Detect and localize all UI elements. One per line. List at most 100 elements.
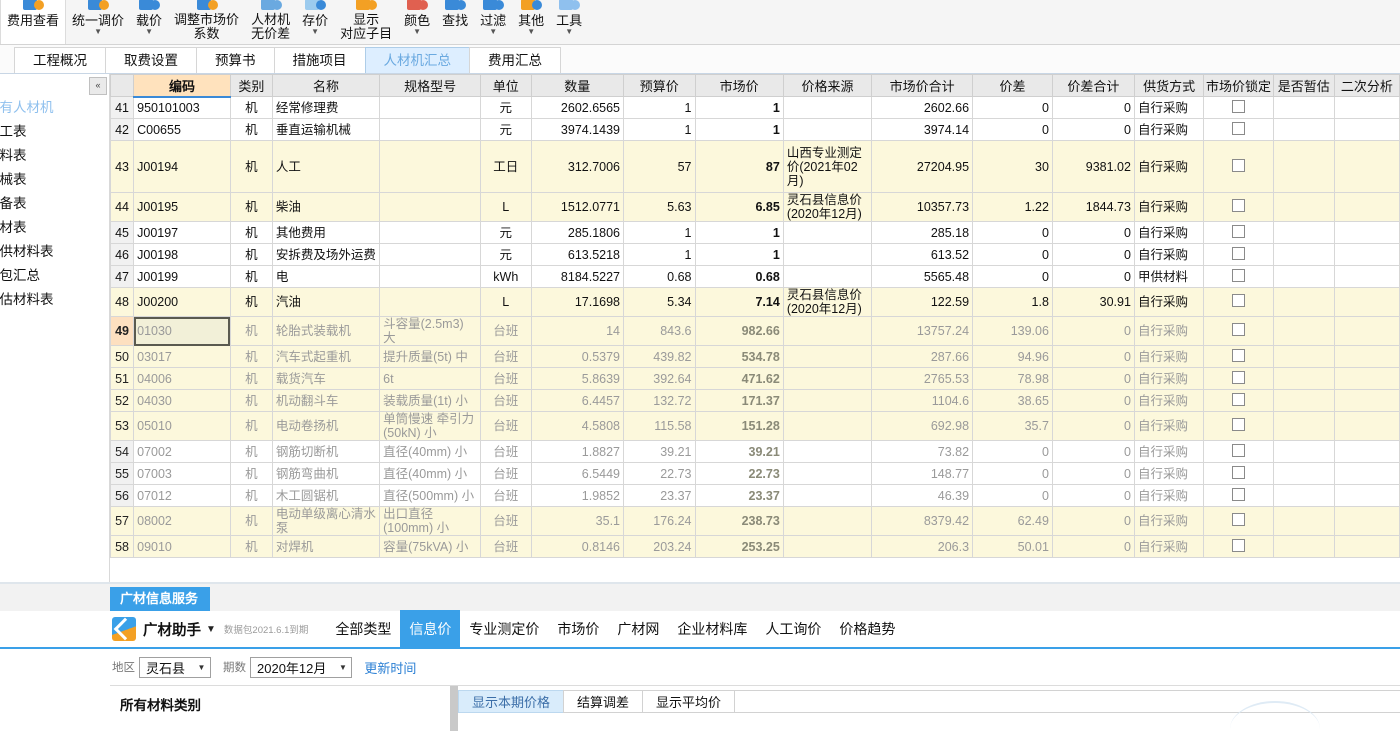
cell-market-price[interactable]: 39.21: [695, 441, 783, 463]
table-row[interactable]: 5708002机电动单级离心清水泵出口直径(100mm) 小台班35.1176.…: [111, 507, 1400, 536]
table-row[interactable]: 45J00197机其他费用元285.180611285.1800自行采购: [111, 222, 1400, 244]
market-price-lock-checkbox[interactable]: [1232, 371, 1245, 384]
cell-quantity[interactable]: 6.5449: [531, 463, 624, 485]
cell-market-price[interactable]: 238.73: [695, 507, 783, 536]
market-price-lock-checkbox[interactable]: [1232, 199, 1245, 212]
cell-budget-price[interactable]: 1: [624, 119, 695, 141]
cell-spec[interactable]: 6t: [380, 368, 481, 390]
table-row[interactable]: 5003017机汽车式起重机提升质量(5t) 中台班0.5379439.8253…: [111, 346, 1400, 368]
cell-name[interactable]: 钢筋弯曲机: [272, 463, 379, 485]
cell-name[interactable]: 对焊机: [272, 536, 379, 558]
cell-category[interactable]: 机: [230, 463, 272, 485]
cell-unit[interactable]: 台班: [481, 441, 531, 463]
cell-price-diff[interactable]: 0: [973, 463, 1053, 485]
cell-diff-total[interactable]: 0: [1052, 346, 1134, 368]
cell-category[interactable]: 机: [230, 390, 272, 412]
tab-3[interactable]: 预算书: [196, 47, 275, 73]
cell-price-source[interactable]: [783, 463, 871, 485]
market-price-lock-checkbox[interactable]: [1232, 100, 1245, 113]
market-price-lock-checkbox[interactable]: [1232, 488, 1245, 501]
table-row[interactable]: 41950101003机经常修理费元2602.6565112602.6600自行…: [111, 97, 1400, 119]
cell-diff-total[interactable]: 0: [1052, 266, 1134, 288]
cell-budget-price[interactable]: 392.64: [624, 368, 695, 390]
grid-col-diff[interactable]: 价差: [973, 75, 1053, 97]
cell-price-source[interactable]: [783, 346, 871, 368]
cell-second-analysis[interactable]: [1334, 507, 1399, 536]
grid-col-lock[interactable]: 市场价锁定: [1204, 75, 1273, 97]
cell-price-diff[interactable]: 35.7: [973, 412, 1053, 441]
cell-budget-price[interactable]: 23.37: [624, 485, 695, 507]
cell-price-source[interactable]: [783, 507, 871, 536]
cell-supply-method[interactable]: 自行采购: [1134, 536, 1203, 558]
cell-unit[interactable]: 元: [481, 222, 531, 244]
cell-unit[interactable]: 台班: [481, 390, 531, 412]
cell-spec[interactable]: [380, 288, 481, 317]
cell-supply-method[interactable]: 自行采购: [1134, 317, 1203, 346]
cell-market-total[interactable]: 1104.6: [872, 390, 973, 412]
cell-market-price-lock[interactable]: [1204, 412, 1273, 441]
cell-price-diff[interactable]: 139.06: [973, 317, 1053, 346]
cell-market-price[interactable]: 6.85: [695, 193, 783, 222]
cell-provisional[interactable]: [1273, 441, 1334, 463]
cell-budget-price[interactable]: 5.34: [624, 288, 695, 317]
cell-provisional[interactable]: [1273, 222, 1334, 244]
cell-name[interactable]: 垂直运输机械: [272, 119, 379, 141]
cell-code[interactable]: J00200: [134, 288, 231, 317]
cell-spec[interactable]: [380, 193, 481, 222]
market-price-lock-checkbox[interactable]: [1232, 349, 1245, 362]
cell-diff-total[interactable]: 0: [1052, 463, 1134, 485]
cell-market-price-lock[interactable]: [1204, 390, 1273, 412]
chevron-down-icon[interactable]: ▼: [413, 28, 421, 37]
cell-price-diff[interactable]: 62.49: [973, 507, 1053, 536]
toolbar-button-3[interactable]: 载价▼: [130, 0, 168, 44]
tab-1[interactable]: 工程概况: [14, 47, 106, 73]
cell-unit[interactable]: 元: [481, 97, 531, 119]
cell-category[interactable]: 机: [230, 244, 272, 266]
cell-quantity[interactable]: 17.1698: [531, 288, 624, 317]
market-price-lock-checkbox[interactable]: [1232, 247, 1245, 260]
cell-second-analysis[interactable]: [1334, 485, 1399, 507]
cell-spec[interactable]: 斗容量(2.5m3) 大: [380, 317, 481, 346]
cell-spec[interactable]: 直径(500mm) 小: [380, 485, 481, 507]
cell-code[interactable]: 07002: [134, 441, 231, 463]
cell-price-diff[interactable]: 0: [973, 441, 1053, 463]
cell-spec[interactable]: 出口直径(100mm) 小: [380, 507, 481, 536]
price-service-tag[interactable]: 广材信息服务: [110, 587, 210, 611]
cell-provisional[interactable]: [1273, 317, 1334, 346]
cell-unit[interactable]: 台班: [481, 368, 531, 390]
price-source-tab-5[interactable]: 广材网: [608, 610, 668, 648]
cell-code[interactable]: C00655: [134, 119, 231, 141]
cell-market-price[interactable]: 1: [695, 119, 783, 141]
cell-market-price[interactable]: 171.37: [695, 390, 783, 412]
cell-quantity[interactable]: 2602.6565: [531, 97, 624, 119]
cell-name[interactable]: 汽车式起重机: [272, 346, 379, 368]
cell-market-total[interactable]: 13757.24: [872, 317, 973, 346]
cell-name[interactable]: 柴油: [272, 193, 379, 222]
cell-name[interactable]: 安拆费及场外运费: [272, 244, 379, 266]
cell-unit[interactable]: 元: [481, 119, 531, 141]
cell-budget-price[interactable]: 439.82: [624, 346, 695, 368]
cell-market-price[interactable]: 1: [695, 97, 783, 119]
table-row[interactable]: 44J00195机柴油L1512.07715.636.85灵石县信息价(2020…: [111, 193, 1400, 222]
cell-diff-total[interactable]: 0: [1052, 390, 1134, 412]
cell-provisional[interactable]: [1273, 288, 1334, 317]
materials-grid-container[interactable]: 编码类别名称规格型号单位数量预算价市场价价格来源市场价合计价差价差合计供货方式市…: [110, 74, 1400, 582]
table-row[interactable]: 46J00198机安拆费及场外运费元613.521811613.5200自行采购: [111, 244, 1400, 266]
cell-category[interactable]: 机: [230, 288, 272, 317]
price-view-tab-1[interactable]: 显示本期价格: [458, 690, 564, 713]
cell-supply-method[interactable]: 自行采购: [1134, 390, 1203, 412]
cell-spec[interactable]: [380, 266, 481, 288]
cell-price-diff[interactable]: 50.01: [973, 536, 1053, 558]
toolbar-button-10[interactable]: 过滤▼: [474, 0, 512, 44]
cell-market-price-lock[interactable]: [1204, 244, 1273, 266]
market-price-lock-checkbox[interactable]: [1232, 393, 1245, 406]
price-source-tab-7[interactable]: 人工询价: [756, 610, 830, 648]
cell-price-diff[interactable]: 0: [973, 244, 1053, 266]
cell-market-total[interactable]: 3974.14: [872, 119, 973, 141]
cell-market-price-lock[interactable]: [1204, 368, 1273, 390]
tab-5[interactable]: 人材机汇总: [365, 47, 471, 73]
cell-market-price-lock[interactable]: [1204, 317, 1273, 346]
cell-supply-method[interactable]: 自行采购: [1134, 141, 1203, 193]
cell-unit[interactable]: 台班: [481, 485, 531, 507]
toolbar-button-12[interactable]: 工具▼: [550, 0, 588, 44]
